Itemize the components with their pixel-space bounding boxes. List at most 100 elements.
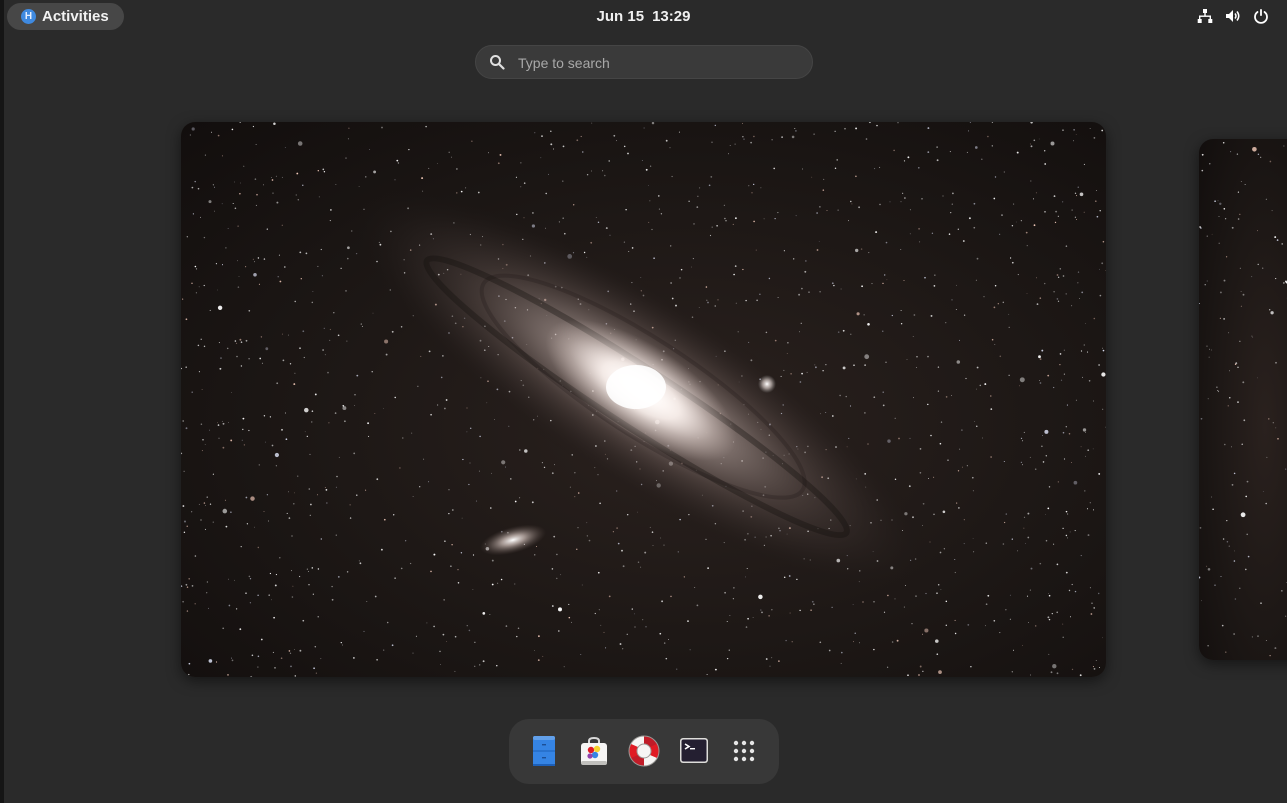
star (194, 555, 197, 557)
star (230, 439, 233, 442)
star (1035, 192, 1037, 194)
star (317, 568, 320, 570)
star (302, 619, 305, 622)
star (1247, 555, 1250, 558)
star (603, 631, 605, 633)
power-icon[interactable] (1253, 7, 1269, 25)
system-tray[interactable] (1197, 7, 1269, 25)
star (281, 333, 283, 335)
star (1226, 541, 1229, 543)
search-bar[interactable] (475, 45, 813, 79)
star (491, 559, 494, 562)
terminal-app[interactable] (676, 733, 712, 769)
star (771, 139, 773, 141)
star (1225, 256, 1228, 258)
star (808, 291, 810, 293)
star (334, 412, 337, 414)
star (516, 635, 518, 638)
star (799, 381, 802, 383)
star (541, 135, 543, 137)
star (282, 359, 285, 362)
star (194, 603, 196, 605)
star (242, 417, 245, 420)
star (227, 578, 229, 580)
star (423, 458, 425, 460)
star (1239, 340, 1241, 342)
files-app[interactable] (526, 733, 562, 769)
star (1091, 602, 1093, 604)
star (266, 494, 269, 496)
star (347, 138, 349, 140)
star (1105, 426, 1106, 428)
star (204, 504, 207, 507)
volume-icon[interactable] (1225, 7, 1241, 25)
star (1223, 208, 1226, 210)
star (482, 612, 486, 615)
star (1019, 377, 1025, 383)
star (576, 139, 579, 142)
show-apps-button[interactable] (726, 733, 762, 769)
star (882, 391, 884, 393)
star (937, 584, 940, 586)
star (930, 314, 933, 317)
star (563, 666, 565, 668)
star (1010, 257, 1012, 259)
star (1214, 200, 1216, 203)
star (302, 184, 304, 186)
workspace-thumbnail-next[interactable] (1199, 139, 1287, 660)
star (268, 594, 270, 596)
clock-button[interactable]: Jun 15 13:29 (0, 8, 1287, 25)
star (637, 561, 640, 564)
star (1276, 239, 1279, 241)
star (907, 674, 909, 676)
star (1081, 291, 1084, 294)
star (1032, 198, 1035, 200)
star (1048, 486, 1051, 488)
star (308, 584, 310, 586)
star (794, 128, 796, 129)
star (308, 571, 309, 573)
star (1257, 153, 1260, 155)
star (617, 542, 620, 545)
star (1080, 350, 1083, 352)
star (270, 177, 272, 179)
network-icon[interactable] (1197, 7, 1213, 25)
star (1009, 618, 1011, 620)
star (818, 241, 820, 242)
star (777, 296, 779, 299)
star (945, 600, 948, 603)
star (299, 649, 302, 652)
star (556, 553, 558, 556)
star (626, 633, 628, 635)
software-app[interactable] (576, 733, 612, 769)
star (1003, 460, 1005, 463)
star (514, 583, 516, 585)
star (1082, 428, 1087, 432)
star (209, 309, 211, 311)
star (945, 396, 948, 398)
star (908, 485, 911, 488)
star (271, 599, 272, 601)
star (479, 435, 481, 438)
star (1047, 507, 1050, 510)
star (496, 665, 498, 667)
star (279, 280, 282, 283)
star (372, 312, 374, 314)
search-input[interactable] (516, 51, 800, 75)
star (1236, 153, 1239, 155)
star (308, 488, 311, 490)
star (312, 291, 314, 292)
star (1059, 268, 1062, 270)
star (354, 394, 356, 396)
workspace-thumbnail-current[interactable] (181, 122, 1106, 677)
star (887, 439, 891, 443)
star (562, 217, 564, 219)
star (871, 283, 873, 285)
star (1211, 496, 1213, 498)
star (1038, 380, 1040, 382)
star (647, 185, 649, 186)
star (1057, 481, 1059, 483)
help-app[interactable] (626, 733, 662, 769)
star (879, 203, 881, 206)
star (240, 545, 242, 548)
